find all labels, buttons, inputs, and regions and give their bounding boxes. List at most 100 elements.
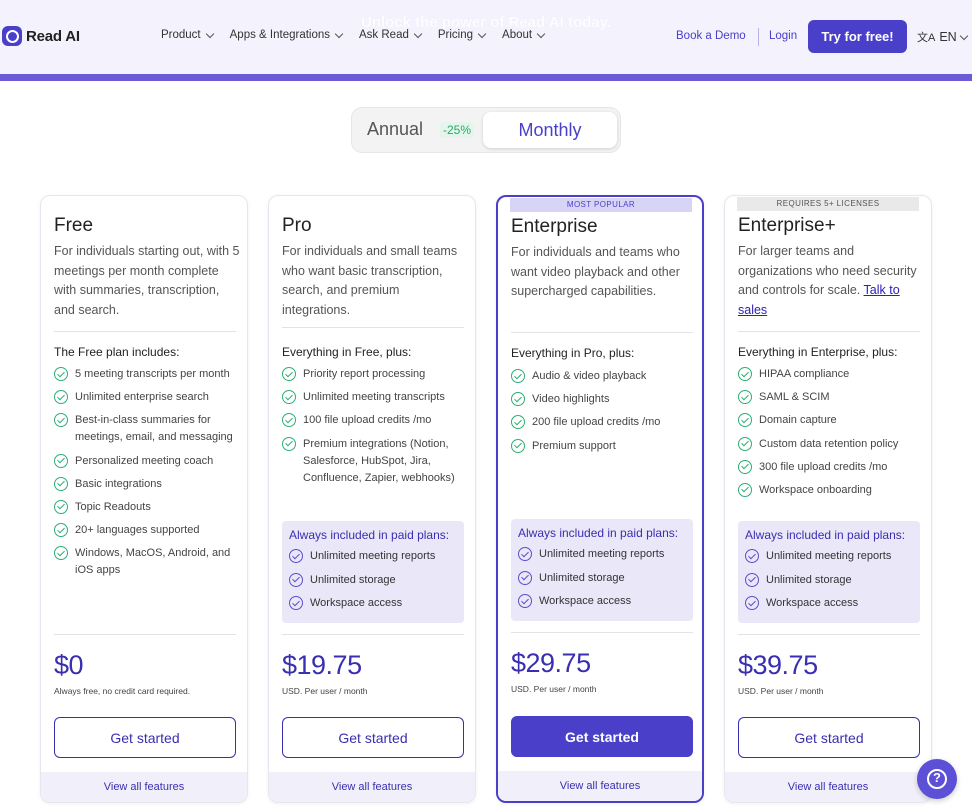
login-link[interactable]: Login bbox=[769, 30, 797, 42]
feature-list: HIPAA compliance SAML & SCIM Domain capt… bbox=[738, 366, 924, 505]
feature-text: Unlimited meeting reports bbox=[766, 550, 892, 562]
chevron-down-icon bbox=[334, 29, 344, 38]
try-for-free-button[interactable]: Try for free! bbox=[808, 20, 907, 53]
header-divider bbox=[758, 28, 759, 46]
feature-item: Domain capture bbox=[738, 412, 924, 429]
nav-about[interactable]: About bbox=[502, 29, 546, 41]
feature-text: Workspace access bbox=[766, 597, 859, 609]
feature-text: Audio & video playback bbox=[532, 370, 647, 382]
feature-item: Unlimited storage bbox=[518, 570, 686, 587]
nav-label: Product bbox=[161, 29, 201, 41]
chevron-down-icon bbox=[477, 29, 487, 38]
check-circle-icon bbox=[54, 453, 68, 468]
chevron-down-icon bbox=[536, 29, 546, 38]
price-note: Always free, no credit card required. bbox=[54, 686, 191, 696]
check-circle-icon bbox=[54, 413, 68, 428]
nav-label: About bbox=[502, 29, 533, 41]
get-started-button[interactable]: Get started bbox=[511, 716, 693, 757]
check-circle-icon bbox=[738, 367, 752, 381]
check-circle-icon bbox=[745, 549, 759, 563]
feature-item: Workspace access bbox=[518, 593, 686, 610]
billing-period-toggle: Annual -25% Monthly bbox=[352, 108, 620, 152]
feature-text: Video highlights bbox=[532, 393, 610, 406]
check-circle-icon bbox=[282, 390, 296, 405]
feature-text: Unlimited meeting reports bbox=[310, 550, 436, 562]
logo[interactable]: Read AI bbox=[2, 26, 80, 46]
nav-ask-read[interactable]: Ask Read bbox=[359, 29, 423, 41]
check-circle-icon bbox=[745, 572, 759, 587]
feature-text: Priority report processing bbox=[303, 368, 426, 380]
view-all-features-link[interactable]: View all features bbox=[41, 772, 247, 802]
feature-item: 300 file upload credits /mo bbox=[738, 459, 924, 476]
get-started-button[interactable]: Get started bbox=[738, 717, 920, 758]
plan-price: $0 bbox=[54, 650, 84, 680]
feature-item: Priority report processing bbox=[282, 366, 468, 383]
nav-label: Pricing bbox=[437, 29, 474, 41]
header-accent-bar bbox=[0, 74, 972, 81]
feature-text: Workspace access bbox=[310, 597, 403, 609]
plan-includes-heading: The Free plan includes: bbox=[54, 345, 180, 359]
check-circle-icon bbox=[511, 438, 525, 453]
divider bbox=[511, 332, 693, 333]
nav-pricing[interactable]: Pricing bbox=[437, 29, 487, 41]
price-note: USD. Per user / month bbox=[511, 684, 597, 694]
feature-item: HIPAA compliance bbox=[738, 366, 924, 383]
feature-item: Custom data retention policy bbox=[738, 436, 924, 453]
nav-product[interactable]: Product bbox=[161, 29, 214, 41]
plan-name: Enterprise+ bbox=[738, 215, 836, 236]
plan-description: For individuals and small teams who want… bbox=[282, 244, 458, 317]
check-circle-icon bbox=[511, 369, 525, 383]
feature-item: Topic Readouts bbox=[54, 499, 240, 516]
feature-text: 200 file upload credits /mo bbox=[532, 416, 661, 429]
chevron-down-icon bbox=[205, 29, 214, 38]
feature-item: Basic integrations bbox=[54, 476, 240, 493]
language-selector[interactable]: 文A EN bbox=[917, 29, 968, 45]
view-all-features-link[interactable]: View all features bbox=[725, 772, 931, 802]
view-all-features-link[interactable]: View all features bbox=[269, 772, 475, 802]
divider bbox=[282, 634, 464, 635]
feature-item: Video highlights bbox=[511, 391, 697, 408]
plan-includes-heading: Everything in Pro, plus: bbox=[511, 346, 635, 360]
plan-description: For larger teams and organizations who n… bbox=[738, 242, 924, 320]
feature-item: 5 meeting transcripts per month bbox=[54, 366, 240, 383]
price-note: USD. Per user / month bbox=[282, 686, 368, 696]
monthly-option[interactable]: Monthly bbox=[483, 112, 617, 148]
question-mark-icon: ? bbox=[933, 770, 941, 785]
chevron-down-icon bbox=[959, 31, 968, 40]
feature-item: Workspace access bbox=[745, 595, 913, 612]
check-circle-icon bbox=[54, 367, 68, 381]
check-circle-icon bbox=[54, 476, 68, 491]
feature-item: Best-in-class summaries for meetings, em… bbox=[54, 412, 240, 446]
feature-text: Custom data retention policy bbox=[759, 437, 899, 450]
feature-text: Premium support bbox=[532, 439, 616, 452]
check-circle-icon bbox=[54, 546, 68, 561]
logo-text: Read AI bbox=[26, 27, 80, 45]
feature-item: Workspace access bbox=[289, 595, 457, 612]
check-circle-icon bbox=[738, 390, 752, 405]
divider bbox=[54, 634, 236, 635]
book-demo-link[interactable]: Book a Demo bbox=[676, 30, 746, 42]
get-started-button[interactable]: Get started bbox=[282, 717, 464, 758]
plan-price: $19.75 bbox=[282, 650, 362, 680]
help-button[interactable]: ? bbox=[917, 759, 957, 799]
feature-item: Unlimited meeting reports bbox=[518, 546, 686, 563]
feature-item: 100 file upload credits /mo bbox=[282, 412, 468, 429]
check-circle-icon bbox=[54, 499, 68, 514]
check-circle-icon bbox=[738, 482, 752, 497]
plan-includes-heading: Everything in Enterprise, plus: bbox=[738, 345, 898, 359]
check-circle-icon bbox=[54, 390, 68, 405]
feature-text: 20+ languages supported bbox=[75, 524, 200, 537]
feature-item: Premium integrations (Notion, Salesforce… bbox=[282, 436, 468, 487]
plan-price: $39.75 bbox=[738, 650, 818, 680]
get-started-button[interactable]: Get started bbox=[54, 717, 236, 758]
feature-item: Unlimited meeting transcripts bbox=[282, 389, 468, 406]
check-circle-icon bbox=[511, 415, 525, 430]
feature-text: Windows, MacOS, Android, and iOS apps bbox=[75, 547, 231, 577]
check-circle-icon bbox=[289, 549, 303, 563]
view-all-features-link[interactable]: View all features bbox=[498, 771, 702, 801]
feature-text: Workspace onboarding bbox=[759, 483, 872, 496]
annual-option[interactable]: Annual bbox=[367, 119, 423, 140]
nav-apps-integrations[interactable]: Apps & Integrations bbox=[230, 29, 344, 41]
price-note: USD. Per user / month bbox=[738, 686, 824, 696]
read-ai-logo-icon bbox=[2, 26, 22, 46]
